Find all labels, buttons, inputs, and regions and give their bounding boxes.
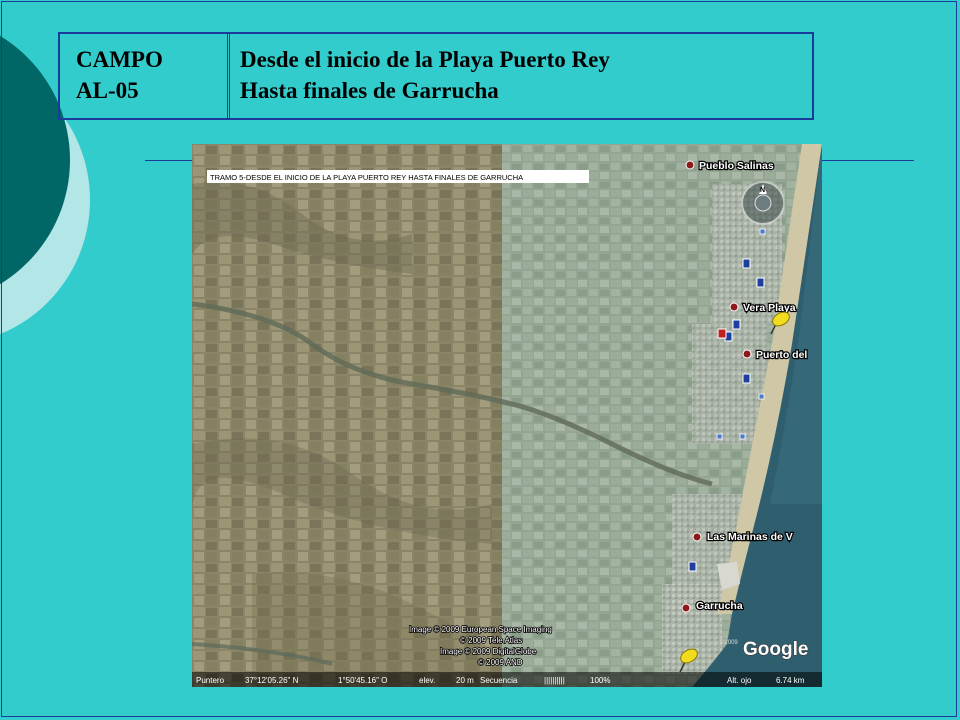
- credit-line: Image © 2009 DigitalGlobe: [440, 647, 537, 656]
- field-label: CAMPO: [76, 47, 163, 72]
- place-marker-icon: [729, 302, 739, 312]
- sequence-bars: ||||||||||: [544, 676, 565, 685]
- field-code-cell: CAMPO AL-05: [60, 34, 230, 118]
- map-banner: TRAMO 5-DESDE EL INICIO DE LA PLAYA PUER…: [210, 173, 523, 182]
- divider-right: [822, 160, 914, 161]
- pointer-lat: 37°12'05.26" N: [245, 676, 299, 685]
- pointer-lon: 1°50'45.16" O: [338, 676, 387, 685]
- compass-letter: N: [760, 187, 765, 194]
- elev-label: elev.: [419, 676, 435, 685]
- compass-icon[interactable]: N: [741, 181, 785, 225]
- poi-icon: [716, 433, 723, 440]
- place-label: Vera Playa: [743, 302, 796, 314]
- satellite-map[interactable]: TRAMO 5-DESDE EL INICIO DE LA PLAYA PUER…: [192, 144, 822, 687]
- credit-line: © 2009 Tele Atlas: [460, 636, 522, 645]
- poi-icon: [732, 319, 741, 330]
- sequence-label: Secuencia: [480, 676, 518, 685]
- eye-alt-value: 6.74 km: [776, 676, 805, 685]
- description-line-1: Desde el inicio de la Playa Puerto Rey: [240, 47, 610, 72]
- place-marker-icon: [742, 349, 752, 359]
- divider-left: [145, 160, 193, 161]
- place-marker-icon: [692, 532, 702, 542]
- poi-icon: [717, 328, 727, 339]
- credit-line: Image © 2009 European Space Imaging: [409, 625, 552, 634]
- poi-icon: [739, 433, 746, 440]
- description-line-2: Hasta finales de Garrucha: [240, 78, 499, 103]
- place-marker-icon: [685, 160, 695, 170]
- poi-icon: [688, 561, 697, 572]
- poi-icon: [742, 258, 751, 269]
- place-marker-icon: [681, 603, 691, 613]
- credit-line: © 2009 AND: [478, 658, 523, 667]
- place-label: Puerto del: [756, 349, 807, 361]
- place-pueblo-salinas[interactable]: Pueblo Salinas: [685, 159, 775, 173]
- poi-icon: [759, 228, 766, 235]
- pointer-label: Puntero: [196, 676, 225, 685]
- sequence-percent: 100%: [590, 676, 610, 685]
- description-cell: Desde el inicio de la Playa Puerto Rey H…: [230, 34, 812, 118]
- poi-icon: [758, 393, 765, 400]
- place-label: Garrucha: [696, 600, 743, 612]
- place-label: Pueblo Salinas: [699, 160, 774, 172]
- place-las-marinas[interactable]: Las Marinas de V: [692, 530, 794, 544]
- place-label: Las Marinas de V: [707, 531, 793, 543]
- title-table: CAMPO AL-05 Desde el inicio de la Playa …: [58, 32, 814, 120]
- poi-icon: [742, 373, 751, 384]
- field-code: AL-05: [76, 78, 139, 103]
- poi-icon: [756, 277, 765, 288]
- elev-value: 20 m: [456, 676, 474, 685]
- google-copyright: ©2009: [720, 639, 738, 646]
- google-logo: Google: [743, 639, 808, 660]
- eye-alt-label: Alt. ojo: [727, 676, 752, 685]
